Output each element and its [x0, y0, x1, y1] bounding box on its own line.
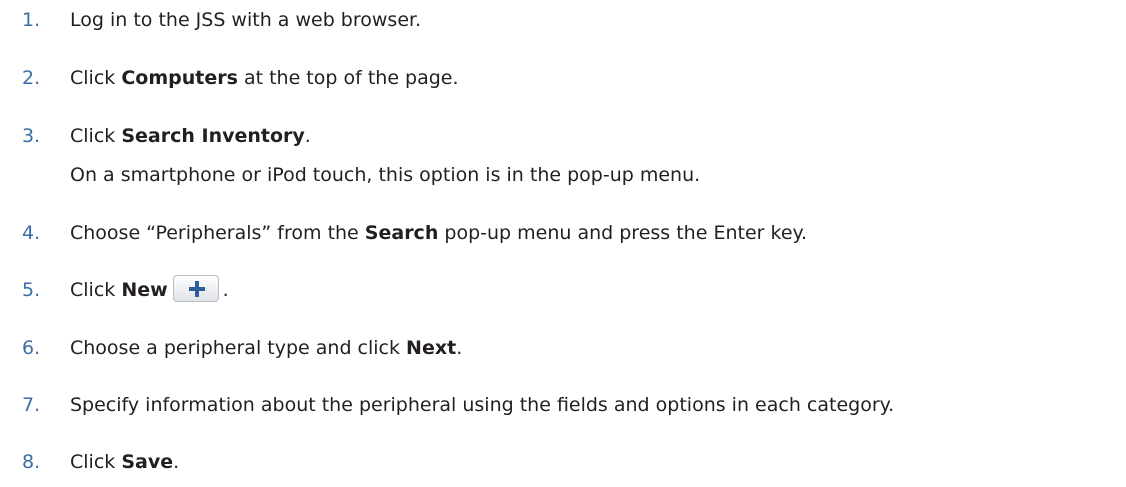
step-text-pre: Click — [70, 125, 122, 147]
step-text: Click Search Inventory. — [70, 118, 311, 154]
ui-term-search: Search — [364, 222, 439, 244]
step-number: 5. — [22, 279, 41, 301]
step-text: Choose a peripheral type and click Next. — [70, 330, 462, 366]
step-text: Click Save. — [70, 444, 179, 480]
step-text-post: pop-up menu and press the Enter key. — [438, 222, 808, 244]
step-number: 8. — [22, 451, 41, 473]
step-text-post: . — [222, 279, 229, 301]
step-text-pre: Choose “Peripherals” from the — [70, 222, 365, 244]
step-number: 3. — [22, 125, 41, 147]
step-number: 4. — [22, 222, 41, 244]
plus-icon — [188, 281, 205, 297]
step-text-post: . — [173, 451, 180, 473]
step-text: Specify information about the peripheral… — [70, 394, 895, 416]
step-text-pre: Click — [70, 279, 122, 301]
step-text: Choose “Peripherals” from the Search pop… — [70, 215, 807, 251]
step-text: Log in to the JSS with a web browser. — [70, 9, 422, 31]
new-button[interactable] — [172, 275, 219, 302]
ui-term-next: Next — [406, 337, 457, 359]
ui-term-computers: Computers — [121, 67, 238, 89]
step-text-post: . — [304, 125, 311, 147]
step-text-pre: Click — [70, 67, 122, 89]
step-text: Click New. — [70, 272, 229, 308]
step-3-note: On a smartphone or iPod touch, this opti… — [70, 164, 701, 186]
ui-term-search-inventory: Search Inventory — [121, 125, 305, 147]
step-number: 6. — [22, 337, 41, 359]
ui-term-new: New — [121, 279, 168, 301]
step-number: 2. — [22, 67, 41, 89]
step-text-pre: Click — [70, 451, 122, 473]
step-number: 7. — [22, 394, 41, 416]
step-text: Click Computers at the top of the page. — [70, 60, 459, 96]
step-number: 1. — [22, 9, 41, 31]
ui-term-save: Save — [121, 451, 174, 473]
step-text-pre: Choose a peripheral type and click — [70, 337, 407, 359]
step-text-post: . — [456, 337, 463, 359]
step-text-post: at the top of the page. — [237, 67, 459, 89]
